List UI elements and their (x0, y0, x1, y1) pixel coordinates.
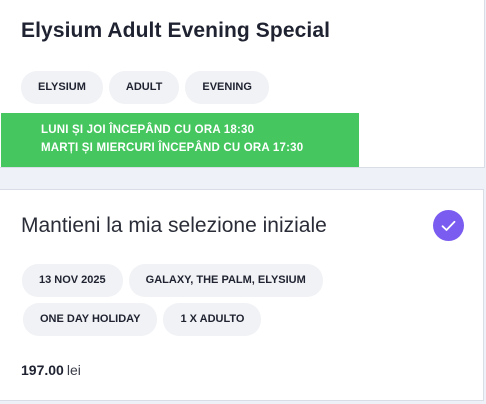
check-icon[interactable] (433, 210, 464, 241)
schedule-line-2: MARȚI ȘI MIERCURI ÎNCEPÂND CU ORA 17:30 (41, 142, 304, 154)
offer-tags: ELYSIUM ADULT EVENING (21, 71, 269, 104)
price-amount: 197.00 (21, 362, 64, 378)
parks-chip: GALAXY, THE PALM, ELYSIUM (128, 264, 323, 297)
schedule-line-1: LUNI ȘI JOI ÎNCEPÂND CU ORA 18:30 (41, 124, 255, 136)
tag-elysium: ELYSIUM (21, 71, 103, 104)
quantity-chip: 1 X ADULTO (163, 303, 262, 336)
schedule-banner: LUNI ȘI JOI ÎNCEPÂND CU ORA 18:30 MARȚI … (1, 113, 359, 167)
ticket-type-chip: ONE DAY HOLIDAY (23, 303, 158, 336)
offer-card[interactable]: Elysium Adult Evening Special ELYSIUM AD… (0, 0, 485, 168)
selection-details-row-1: 13 NOV 2025 GALAXY, THE PALM, ELYSIUM (22, 264, 323, 297)
price-currency: lei (66, 362, 81, 378)
date-chip: 13 NOV 2025 (22, 264, 123, 297)
selection-title: Mantieni la mia selezione iniziale (21, 214, 327, 237)
price: 197.00 lei (21, 362, 81, 378)
selection-card[interactable]: Mantieni la mia selezione iniziale 13 NO… (0, 189, 484, 401)
tag-evening: EVENING (185, 71, 269, 104)
tag-adult: ADULT (108, 71, 180, 104)
selection-details-row-2: ONE DAY HOLIDAY 1 X ADULTO (23, 303, 262, 336)
offer-title: Elysium Adult Evening Special (21, 19, 331, 42)
check-glyph (441, 220, 456, 231)
